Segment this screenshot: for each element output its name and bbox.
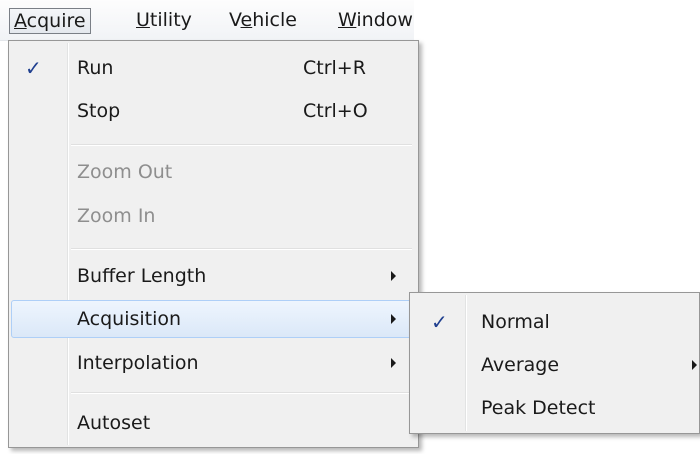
menu-item-acquisition-label: Acquisition [77, 308, 182, 330]
run-check-icon: ✓ [25, 56, 42, 80]
menu-window[interactable]: Window [338, 8, 414, 34]
menu-item-zoom-in-label: Zoom In [77, 205, 156, 227]
menu-item-run-label: Run [77, 57, 114, 79]
submenu-arrow-icon [391, 271, 396, 281]
menu-item-zoom-in[interactable]: Zoom In [11, 197, 416, 235]
menu-item-autoset-label: Autoset [77, 412, 151, 434]
menu-separator [71, 144, 412, 146]
menu-item-autoset[interactable]: Autoset [11, 404, 416, 442]
menu-utility-mnemonic: U [136, 9, 150, 31]
submenu-item-peak-detect[interactable]: Peak Detect [412, 389, 699, 427]
menu-acquire[interactable]: Acquire [9, 8, 91, 34]
menu-item-stop-shortcut: Ctrl+O [303, 100, 368, 122]
menu-item-interpolation-label: Interpolation [77, 352, 199, 374]
menu-item-stop[interactable]: Stop Ctrl+O [11, 92, 416, 130]
submenu-item-normal[interactable]: ✓ Normal [412, 303, 699, 341]
menu-item-stop-label: Stop [77, 100, 121, 122]
menu-acquire-label: cquire [26, 10, 86, 32]
normal-check-icon: ✓ [431, 310, 448, 334]
menu-separator [71, 392, 412, 394]
menu-item-interpolation[interactable]: Interpolation [11, 344, 416, 382]
menu-vehicle-label-post: hicle [252, 9, 297, 31]
menu-item-zoom-out-label: Zoom Out [77, 161, 173, 183]
menu-utility-label: tility [149, 9, 192, 31]
menu-separator [71, 248, 412, 250]
menu-item-buffer-length[interactable]: Buffer Length [11, 257, 416, 295]
menu-item-zoom-out[interactable]: Zoom Out [11, 153, 416, 191]
menu-utility[interactable]: Utility [136, 8, 192, 34]
acquire-menu: ✓ Run Ctrl+R Stop Ctrl+O Zoom Out Zoom I… [8, 40, 419, 448]
submenu-arrow-icon [692, 360, 697, 370]
menu-window-mnemonic: W [338, 9, 357, 31]
submenu-item-average-label: Average [481, 354, 560, 376]
menu-item-run-shortcut: Ctrl+R [303, 57, 366, 79]
submenu-arrow-icon [391, 358, 396, 368]
submenu-item-normal-label: Normal [481, 311, 550, 333]
menu-bar: Acquire Utility Vehicle Window [0, 0, 414, 41]
menu-item-acquisition[interactable]: Acquisition [11, 300, 416, 338]
menu-acquire-mnemonic: A [14, 10, 27, 32]
menu-window-label: indow [356, 9, 413, 31]
menu-item-buffer-length-label: Buffer Length [77, 265, 207, 287]
submenu-arrow-icon [391, 314, 396, 324]
menu-vehicle[interactable]: Vehicle [229, 8, 297, 34]
submenu-item-average[interactable]: Average [412, 346, 699, 384]
acquisition-submenu: ✓ Normal Average Peak Detect [409, 292, 700, 434]
menu-vehicle-mnemonic: e [240, 9, 253, 31]
menu-item-run[interactable]: ✓ Run Ctrl+R [11, 49, 416, 87]
application-window: Acquire Utility Vehicle Window ✓ Run Ctr… [0, 0, 700, 454]
menu-vehicle-label-pre: V [229, 9, 241, 31]
submenu-item-peak-detect-label: Peak Detect [481, 397, 596, 419]
